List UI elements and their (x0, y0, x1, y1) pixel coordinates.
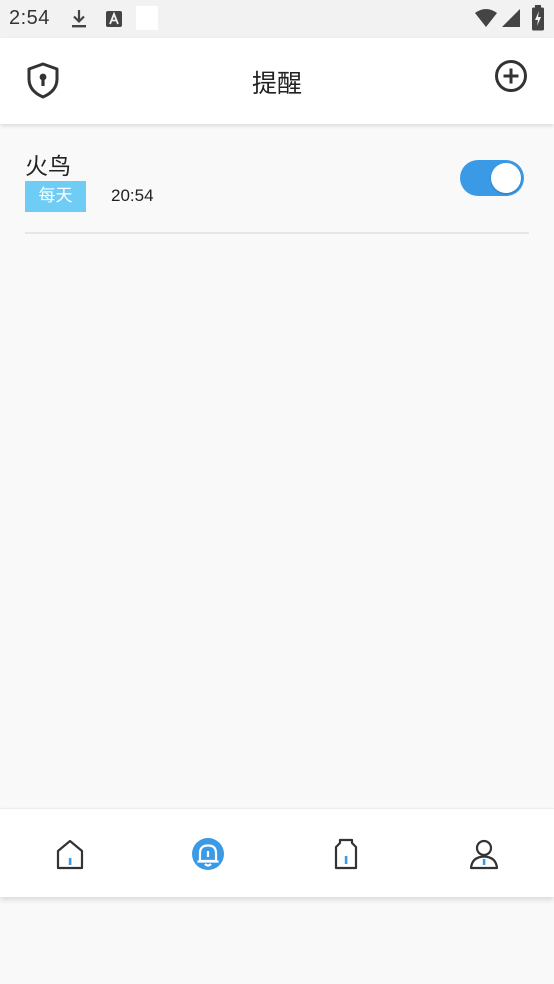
cell-signal-icon (502, 9, 520, 27)
repeat-badge: 每天 (25, 181, 86, 212)
download-icon (72, 10, 86, 28)
status-bar: 2:54 (0, 0, 554, 38)
bottom-nav (0, 808, 554, 897)
reminder-name: 火鸟 (25, 154, 71, 180)
app-bar: 提醒 (0, 38, 554, 124)
alarm-bell-icon[interactable] (191, 837, 225, 871)
screen: 2:54 提醒 火鸟 每天 20:54 (0, 0, 554, 984)
app-notification-icon (106, 11, 122, 27)
toggle-knob (491, 163, 521, 193)
bottle-icon[interactable] (329, 837, 363, 871)
add-circle-icon[interactable] (492, 60, 530, 98)
reminder-toggle[interactable] (460, 160, 524, 196)
profile-icon[interactable] (467, 837, 501, 871)
page-title: 提醒 (251, 69, 302, 98)
list-item[interactable]: 火鸟 每天 20:54 (25, 124, 529, 234)
status-time: 2:54 (9, 7, 50, 29)
battery-charging-icon (532, 5, 544, 31)
reminder-time: 20:54 (111, 186, 154, 205)
wifi-icon (475, 9, 497, 27)
blank-notification-icon (136, 6, 158, 30)
home-icon[interactable] (53, 837, 87, 871)
